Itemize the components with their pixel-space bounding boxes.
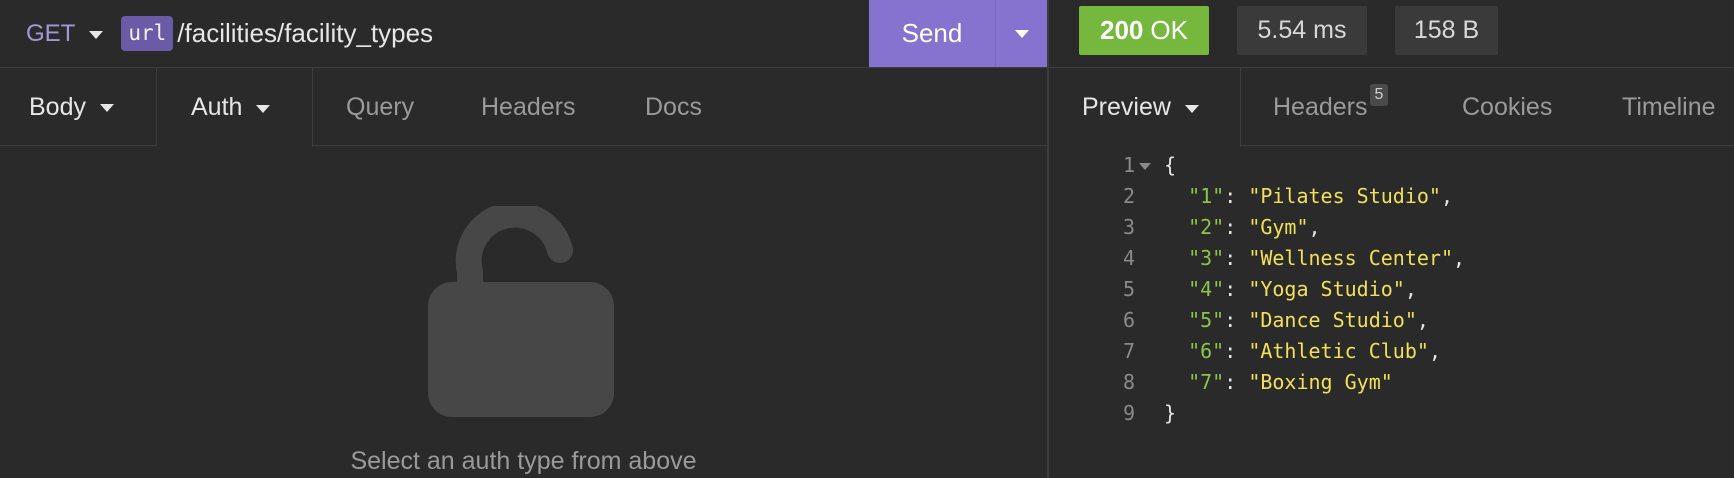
- comma: ,: [1416, 308, 1429, 332]
- code-line: 8 "7": "Boxing Gym": [1049, 367, 1734, 398]
- line-number: 3: [1122, 215, 1135, 239]
- json-key: "5": [1188, 308, 1225, 332]
- code-line: 2 "1": "Pilates Studio",: [1049, 181, 1734, 212]
- auth-empty-state: Select an auth type from above: [0, 147, 1047, 478]
- json-value: "Wellness Center": [1248, 246, 1454, 270]
- code-text: "2": "Gym",: [1188, 215, 1321, 239]
- method-selector[interactable]: GET: [26, 0, 104, 68]
- tab-preview-label: Preview: [1082, 93, 1171, 121]
- line-number: 1: [1122, 153, 1135, 177]
- code-line: 4 "3": "Wellness Center",: [1049, 243, 1734, 274]
- response-tabs: Preview Headers 5 Cookies Timeline: [1049, 68, 1734, 147]
- tab-body[interactable]: Body: [0, 68, 157, 146]
- code-text: "3": "Wellness Center",: [1188, 246, 1466, 270]
- json-key: "7": [1188, 370, 1225, 394]
- json-value: "Athletic Club": [1248, 339, 1429, 363]
- json-key: "6": [1188, 339, 1225, 363]
- response-status-bar: 200 OK 5.54 ms 158 B: [1049, 0, 1734, 68]
- tab-query[interactable]: Query: [346, 68, 414, 146]
- json-key: "2": [1188, 215, 1225, 239]
- api-client-window: GET url /facilities/facility_types Send …: [0, 0, 1734, 478]
- chevron-down-icon: [256, 104, 271, 113]
- chevron-down-icon: [1014, 29, 1029, 38]
- code-line: 1{: [1049, 150, 1734, 181]
- send-options-button[interactable]: [995, 0, 1047, 67]
- line-number: 5: [1122, 277, 1135, 301]
- fold-toggle-icon[interactable]: [1139, 163, 1151, 170]
- brace: }: [1164, 401, 1177, 425]
- send-button[interactable]: Send: [869, 0, 995, 67]
- auth-hint-text: Select an auth type from above: [350, 447, 697, 475]
- chevron-down-icon: [89, 30, 104, 39]
- json-value: "Dance Studio": [1248, 308, 1417, 332]
- tab-response-headers[interactable]: Headers 5: [1273, 68, 1389, 146]
- url-variable-chip[interactable]: url: [121, 16, 174, 51]
- code-line: 6 "5": "Dance Studio",: [1049, 305, 1734, 336]
- response-preview: 1{2 "1": "Pilates Studio", 3 "2": "Gym", 4…: [1049, 150, 1734, 429]
- chevron-down-icon: [1184, 104, 1199, 113]
- chevron-down-icon: [99, 104, 114, 112]
- response-time-badge: 5.54 ms: [1237, 6, 1367, 55]
- code-text: "6": "Athletic Club",: [1188, 339, 1441, 363]
- unlocked-padlock-icon: [428, 206, 614, 417]
- json-key: "1": [1188, 184, 1225, 208]
- tab-auth[interactable]: Auth: [157, 68, 313, 147]
- comma: ,: [1453, 246, 1466, 270]
- comma: ,: [1428, 339, 1441, 363]
- comma: ,: [1404, 277, 1417, 301]
- code-line: 5 "4": "Yoga Studio",: [1049, 274, 1734, 305]
- tab-response-headers-label: Headers: [1273, 92, 1368, 121]
- code-text: {: [1164, 150, 1176, 181]
- code-line: 3 "2": "Gym",: [1049, 212, 1734, 243]
- tab-docs[interactable]: Docs: [645, 68, 702, 146]
- response-size-badge: 158 B: [1395, 6, 1498, 55]
- json-value: "Yoga Studio": [1248, 277, 1405, 301]
- tab-cookies[interactable]: Cookies: [1462, 68, 1552, 146]
- line-number: 4: [1122, 246, 1135, 270]
- code-line: 9}: [1049, 398, 1734, 429]
- headers-count-badge: 5: [1369, 84, 1389, 106]
- status-badge: 200 OK: [1079, 6, 1209, 55]
- line-number: 9: [1122, 401, 1135, 425]
- json-key: "3": [1188, 246, 1225, 270]
- code-text: "7": "Boxing Gym": [1188, 370, 1393, 394]
- tab-headers[interactable]: Headers: [481, 68, 576, 146]
- tab-body-label: Body: [29, 92, 86, 121]
- status-code: 200: [1100, 15, 1144, 45]
- json-key: "4": [1188, 277, 1225, 301]
- code-text: "5": "Dance Studio",: [1188, 308, 1429, 332]
- request-tabs: Body Auth Query Headers Docs: [0, 68, 1047, 147]
- code-text: }: [1164, 398, 1176, 429]
- json-value: "Pilates Studio": [1248, 184, 1441, 208]
- line-number: 7: [1122, 339, 1135, 363]
- code-text: "1": "Pilates Studio",: [1188, 184, 1454, 208]
- tab-auth-label: Auth: [191, 93, 243, 121]
- json-value: "Boxing Gym": [1248, 370, 1393, 394]
- tab-preview[interactable]: Preview: [1049, 68, 1241, 147]
- brace: {: [1164, 153, 1177, 177]
- code-line: 7 "6": "Athletic Club",: [1049, 336, 1734, 367]
- comma: ,: [1308, 215, 1321, 239]
- line-number: 2: [1122, 184, 1135, 208]
- method-label: GET: [26, 19, 76, 47]
- json-value: "Gym": [1248, 215, 1309, 239]
- line-number: 8: [1122, 370, 1135, 394]
- comma: ,: [1440, 184, 1454, 208]
- code-text: "4": "Yoga Studio",: [1188, 277, 1417, 301]
- tab-timeline[interactable]: Timeline: [1622, 68, 1716, 146]
- line-number: 6: [1122, 308, 1135, 332]
- status-text: OK: [1150, 15, 1188, 45]
